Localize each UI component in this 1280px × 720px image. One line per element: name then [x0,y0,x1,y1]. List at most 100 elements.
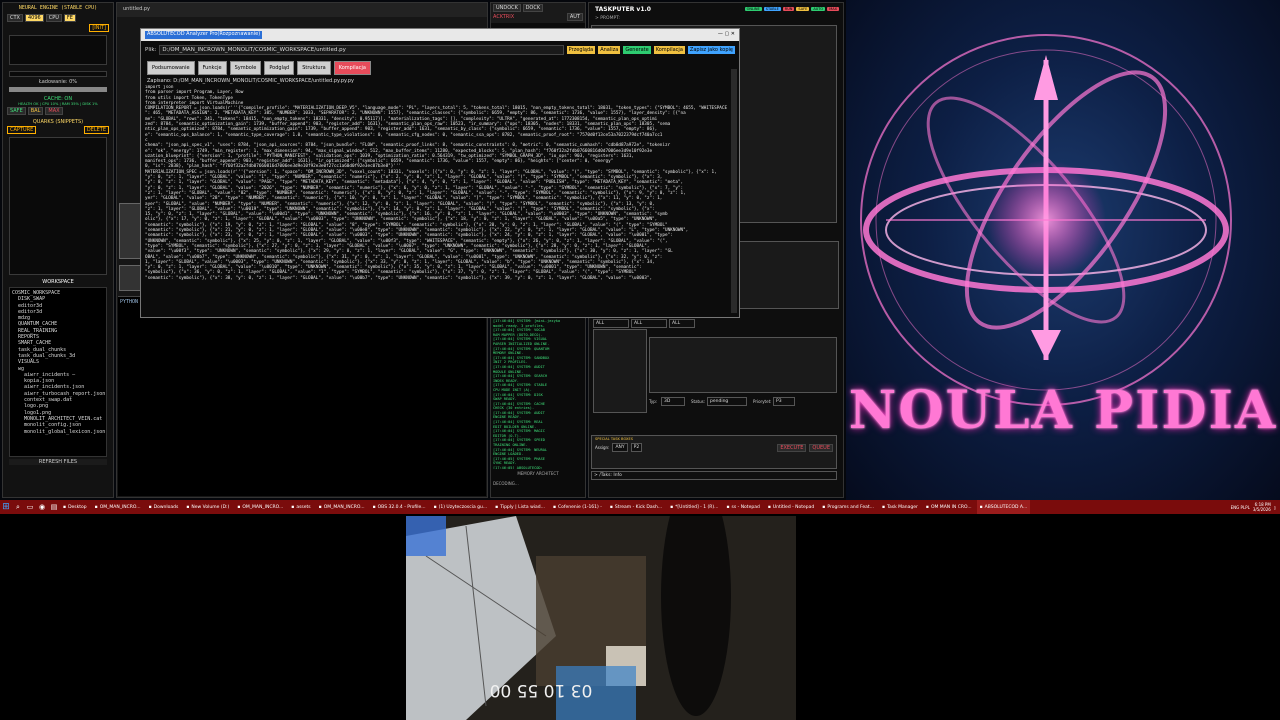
window-controls[interactable]: — ▢ ✕ [718,31,735,39]
taskbar-item-label: Untitled - Notepad [772,504,815,510]
tab-struktura[interactable]: Struktura [297,61,331,75]
analyzer-titlebar: ABSOLUTECOD Analyzer Pro(Rozpoznawanie) … [141,29,739,41]
search-icon[interactable]: ⌕ [12,503,24,512]
workspace-tree-item[interactable]: monolit_global_lexicon.json [12,429,105,435]
init-button[interactable]: [INIT] [89,24,109,32]
task-view-icon[interactable]: ▭ [24,503,36,511]
taskbar-item[interactable]: ▪ OM_MAN_INCRO... [92,500,144,514]
show-desktop-icon[interactable]: ▯ [1274,505,1276,510]
taskbar-item[interactable]: ▪ New Volume (D:) [183,500,232,514]
ctx-size-field[interactable]: 4096 [24,14,44,22]
workspace-tree-item[interactable]: aiwrr_incidents — kopia.json [12,372,104,385]
memory-architect-label: MEMORY ARCHITECT [517,471,559,476]
tab-podsumowanie[interactable]: Podsumowanie [147,61,195,75]
execute-button[interactable]: EXECUTE [777,443,807,452]
safe-button[interactable]: SAFE [7,107,26,115]
cpu-button[interactable]: CPU [45,14,62,22]
code-scrollbar[interactable] [731,69,737,313]
filter-select[interactable]: ALL [593,319,629,328]
cache-mode-buttons: SAFE BAL MAX [3,106,113,116]
quarks-list[interactable] [9,137,107,275]
taskbar-item[interactable]: ▪ Desktop [60,500,90,514]
tab-symbole[interactable]: Symbole [229,61,262,75]
app-icon: ▪ [94,504,98,510]
neural-engine-title: NEURAL ENGINE (STABLE CPU) [18,5,98,11]
taskbar-item[interactable]: ▪ OBS 32.0.4 - Profile... [370,500,429,514]
app-icon: ▪ [318,504,322,510]
editor-side-button[interactable] [119,203,141,259]
taskbar-item[interactable]: ▪ assets [288,500,313,514]
fe-button[interactable]: FE [63,14,76,22]
taskbar-item-label: Cofenenie (1-161) - [558,504,602,510]
taskbar-item[interactable]: ▪ Untitled - Notepad [765,500,817,514]
aut-toggle[interactable]: AUT [566,13,583,21]
status-badge: MAX [827,7,839,11]
app-icon: ▪ [726,504,730,510]
task-list-pane[interactable] [593,329,647,413]
taskbar-items: ▪ Desktop ▪ OM_MAN_INCRO... ▪ Downloads ▪ New V… [60,500,1032,514]
compiled-code-view[interactable]: import json from parser import Program, L… [145,85,731,313]
priority-select[interactable]: P3 [773,397,795,406]
windows-logo-icon[interactable]: ⊞ [0,500,12,514]
browser-icon[interactable]: ◉ [36,503,48,511]
taskbar-item-label: ss - Notepad [731,504,760,510]
language-indicator[interactable]: ENG PLPL [1231,505,1250,510]
workspace-tree[interactable]: COSMIC_WORKSPACE DISK_SWAP editor3d editor3… [9,287,107,457]
filter-select[interactable]: ALL [631,319,667,328]
bal-button[interactable]: BAL [27,107,44,115]
app-icon: ▪ [925,504,929,510]
model-output-box [9,35,107,65]
prompt-label: > PROMPT: [595,16,620,21]
ctx-button[interactable]: CTX [7,14,23,22]
taskbar-item[interactable]: ▪ OM_MAN_INCRO... [316,500,368,514]
taskbar-item[interactable]: ▪ Tipply | Lista wiad... [492,500,548,514]
taskbar-item[interactable]: ▪ OM_MAN_INCRO... [234,500,286,514]
priority2-select[interactable]: P2 [630,443,643,452]
file-explorer-icon[interactable]: ▤ [48,503,60,511]
taskbar-item[interactable]: ▪ Stream - Kick Dash... [607,500,665,514]
system-log[interactable]: [17:46:04] SYSTEM: [mini-jezyka model rea… [493,319,583,469]
undock-button[interactable]: UNDOCK [493,4,521,12]
task-detail-pane[interactable] [649,337,837,393]
command-input[interactable]: > /Taks: Info [591,471,837,480]
taskbar-item[interactable]: ▪ ABSOLUTECOD A... [976,500,1031,514]
editor-side-button[interactable] [119,265,141,291]
refresh-files-button[interactable]: REFRESH FILES [9,459,107,465]
app-icon: ▪ [822,504,826,510]
dock-button[interactable]: DOCK [522,4,544,12]
assign-select[interactable]: ANY [612,443,628,452]
taskbar-item[interactable]: ▪ Programs and Feat... [819,500,877,514]
file-path-input[interactable]: D:/OM_MAN_INCROWN_MONOLIT/COSMIC_WORKSPA… [159,45,564,55]
compile-button[interactable]: Kompilacja [653,46,685,54]
taskbar-item-label: OBS 32.0.4 - Profile... [377,504,426,510]
browse-button[interactable]: Przegląda [566,46,596,54]
analyze-button[interactable]: Analiza [598,46,621,54]
taskbar-item[interactable]: ▪ Cofenenie (1-161) - [550,500,605,514]
python-terminal[interactable]: PYTHON T [118,296,486,496]
wallpaper-title: NOULA PIDIA [848,380,1278,441]
max-button[interactable]: MAX [45,107,63,115]
save-copy-button[interactable]: Zapisz jako kopię [687,46,735,54]
taskbar-item[interactable]: ▪ (1) Uzyteczoscia gu... [431,500,491,514]
taskbar-item-label: Task Manager [887,504,918,510]
taskbar-item[interactable]: ▪ Downloads [146,500,182,514]
queue-button[interactable]: QUEUE [809,443,833,452]
delete-button[interactable]: DELETE [83,126,109,134]
type-select[interactable]: 3D [661,397,685,406]
loading-bar [9,87,107,92]
taskbar-item[interactable]: ▪ OM MAN IN CRO... [923,500,975,514]
filter-select[interactable]: ALL [669,319,695,328]
tab-podgląd[interactable]: Podgląd [264,61,295,75]
clock[interactable]: 6:18 PM 3/5/2026 [1253,502,1271,512]
taskbar-item[interactable]: ▪ Task Manager [879,500,921,514]
code-line: e": "semantic_ops_balance": 1, "semantic… [145,132,663,138]
capture-button[interactable]: CAPTURE [7,126,37,134]
status-select[interactable]: pending [707,397,747,406]
taskbar-item[interactable]: ▪ ss - Notepad [723,500,762,514]
code-line: chema": "json_api_spec_v1", "uses": 8784… [145,143,671,149]
generate-button[interactable]: Generate [623,46,651,54]
taskbar-item-label: OM_MAN_INCRO... [323,504,365,510]
tab-funkcje[interactable]: Funkcje [197,61,227,75]
taskbar-item[interactable]: ▪ *[Untitled] - 1 (R)... [667,500,721,514]
tab-kompilacja[interactable]: Kompilacja [333,61,371,75]
